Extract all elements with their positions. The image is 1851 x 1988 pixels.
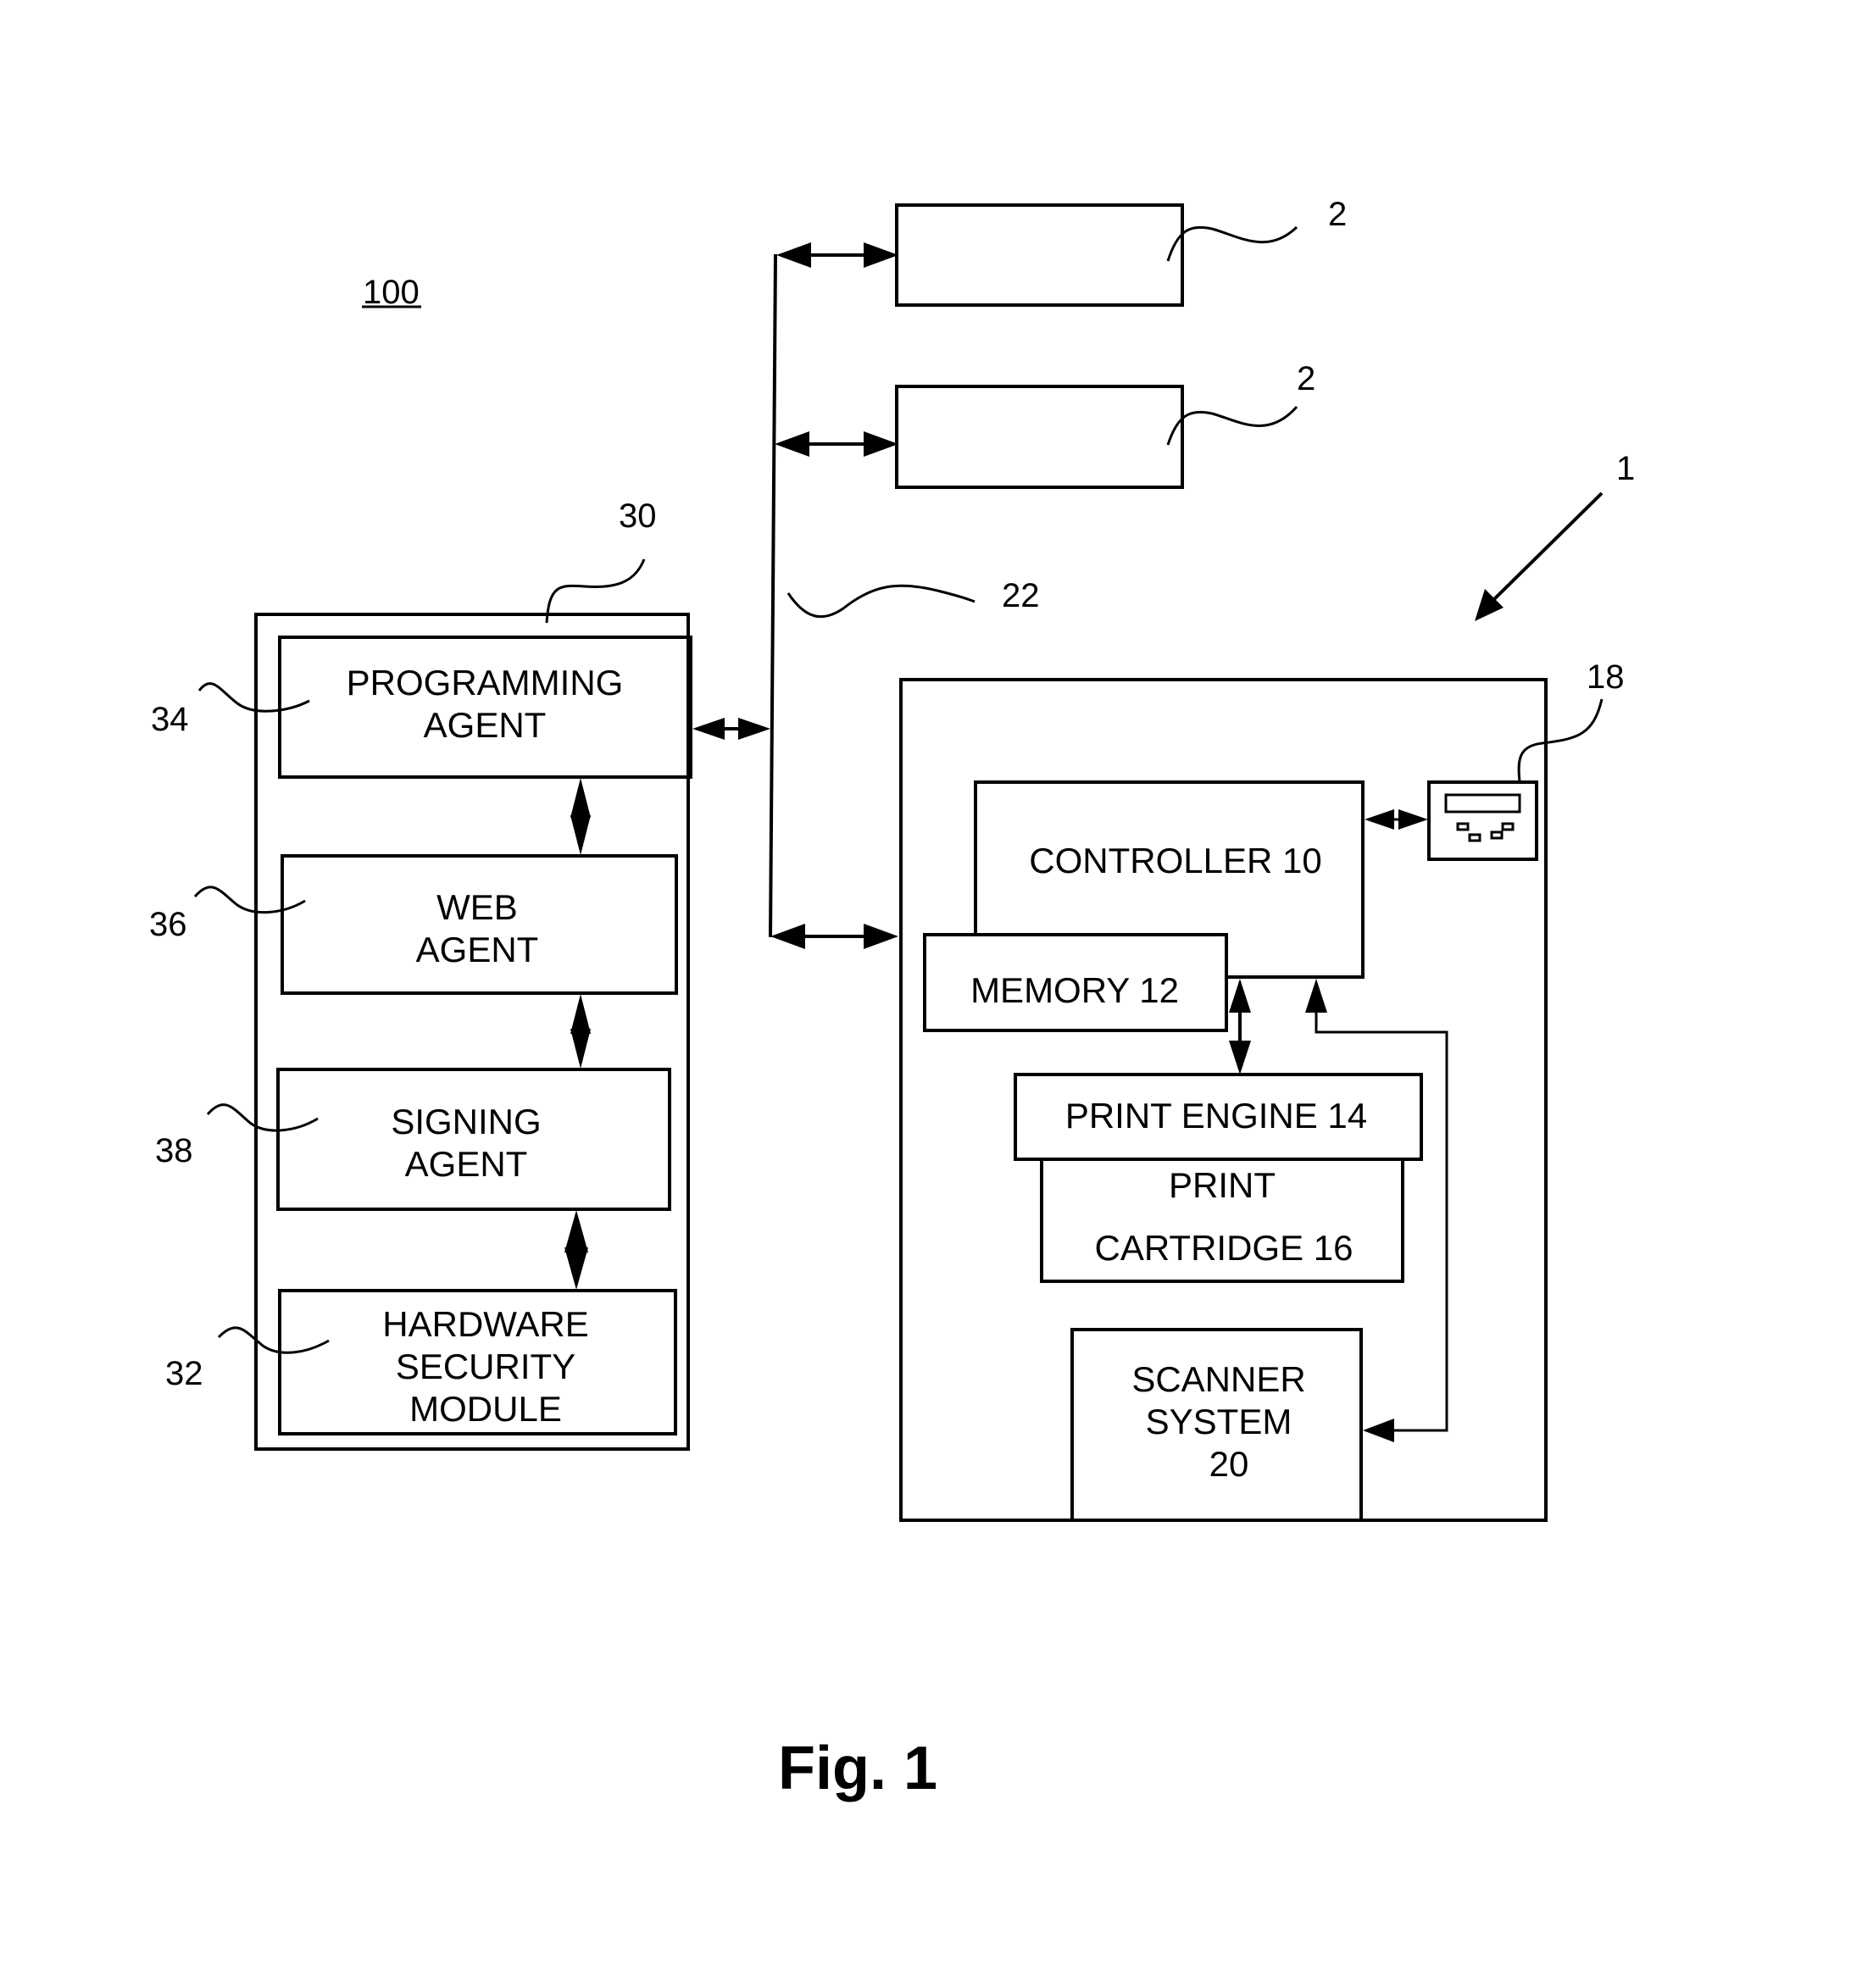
other-device-a-box <box>895 203 1184 307</box>
programming-agent-block[interactable]: PROGRAMMING AGENT <box>278 636 692 779</box>
network-ref: 22 <box>1002 577 1040 614</box>
print-cartridge-label-1: PRINT <box>1169 1165 1276 1205</box>
scanner-system-block[interactable]: SCANNER SYSTEM 20 <box>1070 1328 1363 1522</box>
arrow-bus-device-1 <box>770 924 898 949</box>
signing-agent-label-2: AGENT <box>405 1144 528 1184</box>
signing-agent-block[interactable]: SIGNING AGENT <box>276 1068 671 1211</box>
arrow-controller-panel <box>1365 809 1428 830</box>
hsm-ref: 32 <box>165 1355 203 1392</box>
control-panel-display-icon <box>1444 793 1521 814</box>
programming-agent-edge <box>686 637 692 777</box>
hsm-ref-leader <box>217 1326 330 1354</box>
hsm-label-3: MODULE <box>409 1389 562 1429</box>
programming-agent-label-2: AGENT <box>424 705 547 745</box>
web-agent-block[interactable]: WEB AGENT <box>281 854 678 995</box>
control-panel-button-icon <box>1468 833 1481 842</box>
device-ref-arrow-line <box>1486 491 1604 608</box>
programming-agent-ref: 34 <box>151 701 189 738</box>
web-agent-label-1: WEB <box>436 887 518 927</box>
arrow-web-signing <box>570 994 591 1069</box>
arrow-bus-device-a <box>776 242 898 268</box>
memory-label: MEMORY 12 <box>970 970 1179 1010</box>
control-panel-button-icon <box>1490 830 1504 840</box>
print-engine-label: PRINT ENGINE 14 <box>1065 1096 1367 1136</box>
print-engine-block[interactable]: PRINT ENGINE 14 <box>1014 1073 1423 1161</box>
arrow-controller-print-engine <box>1229 979 1251 1075</box>
figure-caption: Fig. 1 <box>778 1735 937 1802</box>
web-agent-ref-leader <box>193 886 306 914</box>
hardware-security-module-block[interactable]: HARDWARE SECURITY MODULE <box>278 1289 677 1435</box>
arrow-programming-web <box>570 778 591 855</box>
signing-agent-ref-leader <box>206 1103 319 1132</box>
programming-agent-label-1: PROGRAMMING <box>347 663 624 702</box>
network-ref-leader <box>787 584 976 619</box>
print-cartridge-block[interactable]: PRINT CARTRIDGE 16 <box>1040 1158 1404 1283</box>
other-device-b-ref-leader <box>1166 406 1298 446</box>
other-device-b-box <box>895 385 1184 489</box>
arrow-signing-hsm <box>564 1210 588 1290</box>
scanner-label-3: 20 <box>1209 1444 1249 1484</box>
server-ref-label: 30 <box>619 497 657 535</box>
signing-agent-ref: 38 <box>155 1132 193 1169</box>
control-panel-ref-leader <box>1517 698 1604 782</box>
controller-label: CONTROLLER 10 <box>1029 841 1321 880</box>
memory-block[interactable]: MEMORY 12 <box>923 933 1228 1032</box>
control-panel-button-icon <box>1501 822 1515 831</box>
hsm-label-1: HARDWARE <box>382 1304 588 1344</box>
web-agent-label-2: AGENT <box>416 930 539 969</box>
other-device-a-ref-leader <box>1166 225 1298 262</box>
signing-agent-label-1: SIGNING <box>391 1102 541 1141</box>
diagram-canvas: 100 30 PROGRAMMING AGENT 34 WEB AGENT 36… <box>149 196 1635 1802</box>
other-device-b[interactable] <box>895 385 1184 489</box>
control-panel-button-icon <box>1456 822 1470 831</box>
scanner-label-1: SCANNER <box>1131 1359 1305 1399</box>
other-device-b-ref: 2 <box>1297 360 1315 397</box>
arrow-bus-device-b <box>775 431 898 457</box>
arrow-bus-programming <box>692 718 770 740</box>
system-ref-label: 100 <box>363 274 420 311</box>
hsm-label-2: SECURITY <box>396 1347 575 1386</box>
other-device-a-ref: 2 <box>1328 196 1347 233</box>
scanner-label-2: SYSTEM <box>1146 1402 1292 1441</box>
device-ref: 1 <box>1616 450 1635 487</box>
print-cartridge-label-2: CARTRIDGE 16 <box>1095 1228 1354 1268</box>
control-panel-ref: 18 <box>1587 658 1625 696</box>
control-panel[interactable] <box>1427 780 1538 861</box>
other-device-a[interactable] <box>895 203 1184 307</box>
web-agent-ref: 36 <box>149 906 187 943</box>
network-bus <box>769 253 777 938</box>
arrow-scanner-controller <box>1305 979 1448 1442</box>
